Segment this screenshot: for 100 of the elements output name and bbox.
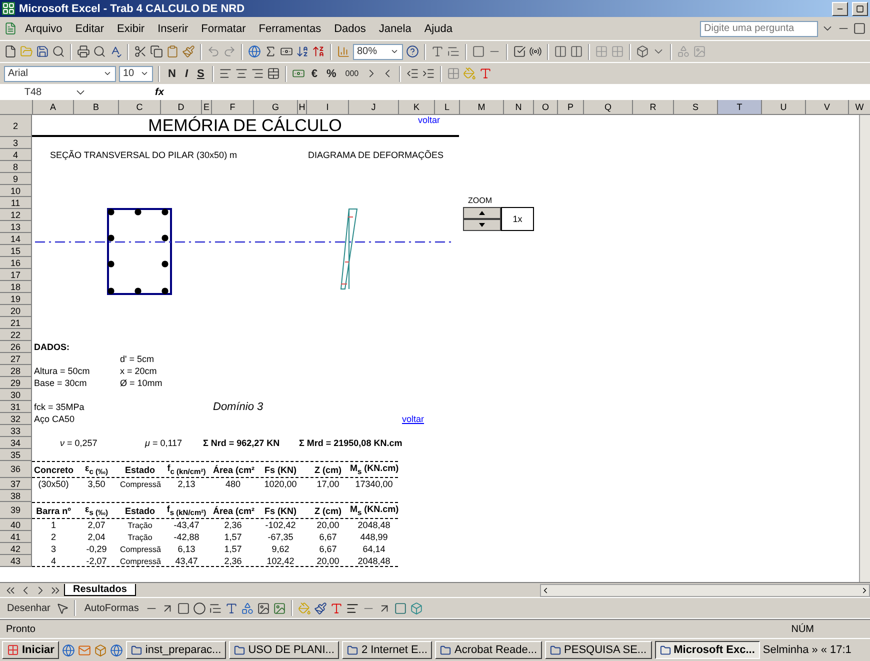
line-style-icon[interactable] — [346, 602, 359, 614]
euro-button[interactable]: € — [308, 68, 320, 80]
column-header[interactable]: O — [534, 100, 558, 115]
column-header[interactable]: W — [849, 100, 870, 115]
column-header[interactable]: U — [762, 100, 806, 115]
combo-box-icon[interactable] — [570, 45, 583, 58]
scissors-icon[interactable] — [134, 45, 147, 58]
column-header[interactable]: V — [806, 100, 849, 115]
menu-item[interactable]: Formatar — [196, 22, 251, 34]
align-left-icon[interactable] — [219, 67, 232, 80]
row-header[interactable]: 27 — [0, 353, 32, 365]
row-header[interactable]: 2 — [0, 115, 32, 137]
column-header[interactable]: A — [33, 100, 74, 115]
row-header[interactable]: 11 — [0, 197, 32, 209]
list-box-icon[interactable] — [554, 45, 567, 58]
column-header[interactable]: Q — [584, 100, 633, 115]
taskbar-button[interactable]: USO DE PLANI... — [229, 641, 340, 659]
copy-icon[interactable] — [150, 45, 163, 58]
row-header[interactable]: 3 — [0, 137, 32, 149]
row-header[interactable]: 36 — [0, 461, 32, 478]
row-header[interactable]: 34 — [0, 437, 32, 449]
column-header[interactable]: D — [161, 100, 202, 115]
column-header[interactable]: L — [435, 100, 460, 115]
font-color-icon[interactable] — [330, 602, 343, 614]
printer-icon[interactable] — [77, 45, 90, 58]
pointer-icon[interactable] — [56, 602, 70, 614]
ellipse-icon[interactable] — [192, 602, 206, 614]
taskbar-button[interactable]: inst_preparac... — [126, 641, 226, 659]
zoom-field[interactable]: 80% — [353, 44, 403, 60]
scroll-left-icon[interactable] — [541, 586, 550, 594]
select-all-corner[interactable] — [0, 100, 33, 115]
vertical-scrollbar[interactable] — [859, 115, 870, 582]
question-field[interactable]: Digite uma pergunta — [700, 20, 818, 36]
menu-item[interactable]: Ajuda — [419, 22, 458, 34]
row-header[interactable]: 22 — [0, 329, 32, 341]
row-header[interactable]: 20 — [0, 305, 32, 317]
row-header[interactable]: 42 — [0, 543, 32, 555]
menu-item[interactable]: Inserir — [152, 22, 194, 34]
merge-cells-icon[interactable] — [267, 67, 280, 80]
row-header[interactable]: 10 — [0, 185, 32, 197]
row-header[interactable]: 8 — [0, 161, 32, 173]
horizontal-scrollbar[interactable] — [540, 584, 870, 596]
column-header[interactable]: T — [718, 100, 762, 115]
voltar-link[interactable]: voltar — [398, 414, 459, 424]
font-color-icon[interactable] — [478, 67, 492, 80]
column-header[interactable]: P — [558, 100, 584, 115]
autoshapes-menu[interactable]: AutoFormas — [81, 602, 142, 614]
minimize-button[interactable] — [832, 2, 848, 16]
3d-icon[interactable] — [410, 602, 423, 614]
row-header[interactable]: 17 — [0, 269, 32, 281]
row-header[interactable]: 31 — [0, 401, 32, 413]
column-header[interactable]: R — [633, 100, 674, 115]
picture-icon[interactable] — [272, 602, 286, 614]
globe-icon[interactable] — [248, 45, 261, 58]
start-button[interactable]: Iniciar — [2, 641, 60, 659]
fill-color-icon[interactable] — [298, 602, 311, 614]
column-header[interactable]: J — [349, 100, 399, 115]
row-header[interactable]: 38 — [0, 490, 32, 502]
print-preview-icon[interactable] — [93, 45, 106, 58]
row-header[interactable]: 43 — [0, 555, 32, 567]
sum-icon[interactable] — [264, 45, 277, 58]
row-header[interactable]: 37 — [0, 478, 32, 490]
spellcheck-icon[interactable] — [109, 45, 122, 58]
collapse-button[interactable]: « — [820, 644, 827, 656]
column-header[interactable]: B — [74, 100, 119, 115]
row-header[interactable]: 13 — [0, 221, 32, 233]
spin-down-button[interactable] — [463, 219, 501, 231]
row-header[interactable]: 19 — [0, 293, 32, 305]
row-header[interactable]: 32 — [0, 413, 32, 425]
row-header[interactable]: 39 — [0, 502, 32, 519]
increase-indent-icon[interactable] — [422, 67, 435, 80]
align-center-icon[interactable] — [235, 67, 248, 80]
row-header[interactable]: 30 — [0, 389, 32, 401]
row-header[interactable]: 12 — [0, 209, 32, 221]
row-header[interactable]: 14 — [0, 233, 32, 245]
column-header[interactable]: H — [298, 100, 307, 115]
new-file-icon[interactable] — [4, 45, 17, 58]
thousands-button[interactable]: 000 — [342, 69, 362, 78]
document-icon[interactable] — [4, 22, 17, 35]
menu-item[interactable]: Dados — [329, 22, 371, 34]
menu-item[interactable]: Arquivo — [20, 22, 68, 34]
restore-button[interactable] — [852, 2, 868, 16]
column-header[interactable]: I — [307, 100, 349, 115]
column-header[interactable]: C — [119, 100, 161, 115]
more-button[interactable]: » — [812, 644, 818, 656]
mail-icon[interactable] — [78, 644, 92, 656]
taskbar-button[interactable]: PESQUISA SE... — [545, 641, 652, 659]
column-header[interactable]: N — [504, 100, 534, 115]
rectangle-icon[interactable] — [176, 602, 190, 614]
row-header[interactable]: 15 — [0, 245, 32, 257]
frame-icon[interactable] — [472, 45, 485, 58]
menu-item[interactable]: Editar — [70, 22, 110, 34]
italic-button[interactable]: I — [182, 68, 192, 80]
row-header[interactable]: 41 — [0, 531, 32, 543]
row-header[interactable]: 28 — [0, 365, 32, 377]
row-header[interactable]: 26 — [0, 341, 32, 353]
percent-button[interactable]: % — [323, 68, 340, 80]
row-header[interactable]: 33 — [0, 425, 32, 437]
line-color-icon[interactable] — [314, 602, 327, 614]
browser-icon[interactable] — [62, 644, 76, 656]
